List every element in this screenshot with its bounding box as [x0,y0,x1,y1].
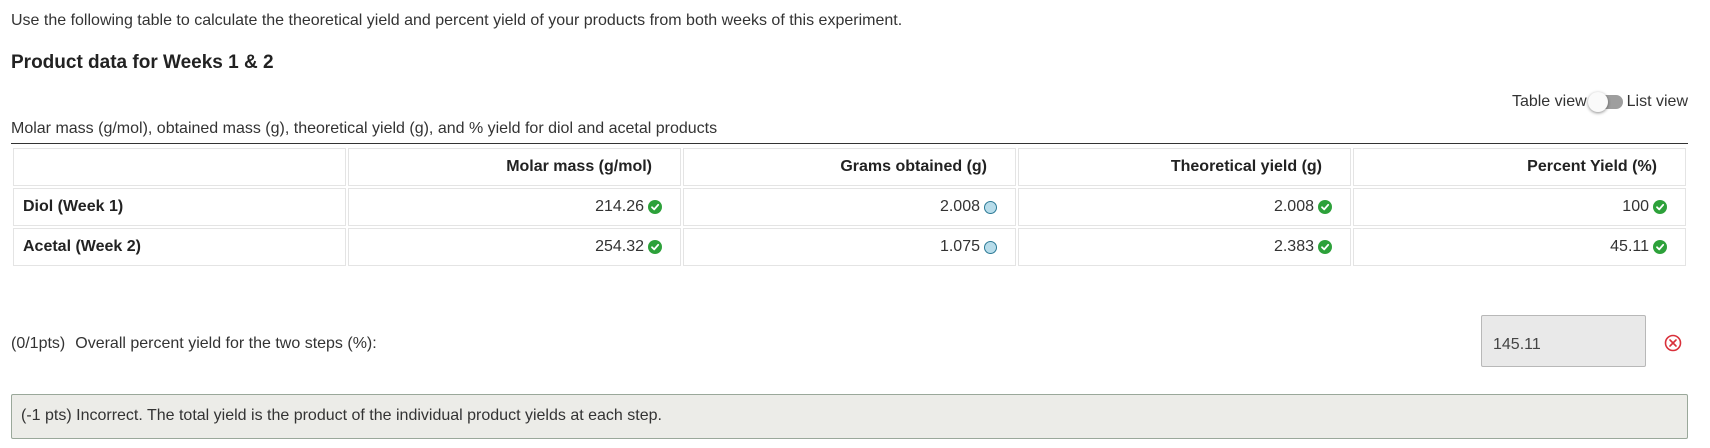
info-circle-icon [984,240,997,254]
question-prompt: Overall percent yield for the two steps … [75,335,377,352]
check-circle-icon [648,240,662,254]
table-row: Acetal (Week 2) 254.32 1.075 2.383 45.11 [13,228,1686,266]
instructions-text: Use the following table to calculate the… [11,12,903,29]
row-label-acetal: Acetal (Week 2) [13,228,346,266]
column-header-molar-mass: Molar mass (g/mol) [348,148,681,186]
cell-value: 45.11 [1610,238,1649,255]
cell-theoretical-yield: 2.383 [1018,228,1351,266]
check-circle-icon [1653,200,1667,214]
check-circle-icon [1318,200,1332,214]
cell-molar-mass: 254.32 [348,228,681,266]
cell-molar-mass: 214.26 [348,188,681,226]
cell-value: 2.383 [1273,238,1314,255]
table-caption: Molar mass (g/mol), obtained mass (g), t… [11,120,1688,144]
cell-value: 254.32 [595,238,644,255]
column-header-grams-obtained: Grams obtained (g) [683,148,1016,186]
cell-theoretical-yield: 2.008 [1018,188,1351,226]
check-circle-icon [1318,240,1332,254]
cell-value: 2.008 [1273,198,1314,215]
product-data-table: Molar mass (g/mol) Grams obtained (g) Th… [11,146,1688,268]
list-view-label[interactable]: List view [1627,93,1688,111]
cell-percent-yield: 45.11 [1353,228,1686,266]
cell-value: 100 [1622,198,1649,215]
cell-percent-yield: 100 [1353,188,1686,226]
column-header-theoretical-yield: Theoretical yield (g) [1018,148,1351,186]
row-label-diol: Diol (Week 1) [13,188,346,226]
table-row: Diol (Week 1) 214.26 2.008 2.008 100 [13,188,1686,226]
column-header-blank [13,148,346,186]
section-heading: Product data for Weeks 1 & 2 [11,52,274,73]
column-header-percent-yield: Percent Yield (%) [1353,148,1686,186]
feedback-text: (-1 pts) Incorrect. The total yield is t… [21,407,662,424]
check-circle-icon [648,200,662,214]
view-toggle-switch[interactable] [1587,92,1623,112]
view-toggle[interactable]: Table view List view [1512,92,1688,112]
cell-value: 2.008 [939,198,980,215]
cell-grams-obtained: 2.008 [683,188,1016,226]
cell-value: 214.26 [595,198,644,215]
toggle-knob [1587,92,1608,112]
points-label: (0/1pts) [11,335,66,352]
cell-grams-obtained: 1.075 [683,228,1016,266]
answer-field[interactable]: 145.11 [1481,315,1646,367]
info-circle-icon [984,200,997,214]
table-header-row: Molar mass (g/mol) Grams obtained (g) Th… [13,148,1686,186]
question-row: (0/1pts) Overall percent yield for the tw… [11,335,377,353]
cell-value: 1.075 [939,238,980,255]
feedback-box: (-1 pts) Incorrect. The total yield is t… [11,394,1688,439]
check-circle-icon [1653,240,1667,254]
table-view-label[interactable]: Table view [1512,93,1587,111]
x-circle-icon [1664,334,1682,352]
